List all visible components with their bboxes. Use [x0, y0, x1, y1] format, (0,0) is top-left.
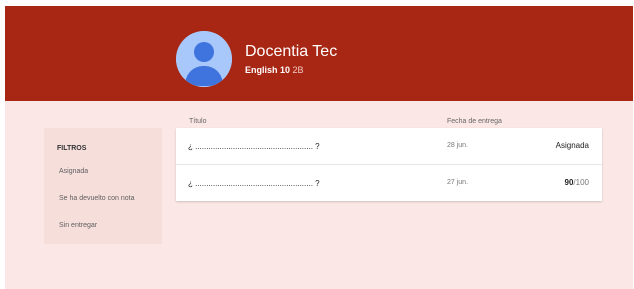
table-row[interactable]: ¿ ......................................… [176, 128, 602, 164]
account-circle-icon [176, 31, 232, 87]
column-header-due: Fecha de entrega [447, 118, 502, 125]
assignment-title: ¿ ......................................… [188, 179, 320, 188]
due-date: 27 jun. [447, 179, 469, 186]
assignments-table: ¿ ......................................… [176, 128, 602, 201]
class-title: Docentia Tec [245, 43, 338, 60]
filters-title: FILTROS [57, 145, 87, 152]
grade-max: /100 [573, 178, 589, 187]
filter-assigned[interactable]: Asignada [59, 168, 88, 175]
column-header-title: Título [189, 118, 207, 125]
filters-panel: FILTROS Asignada Se ha devuelto con nota… [44, 128, 162, 244]
course-section: 2B [292, 65, 304, 75]
course-name: English 10 [245, 65, 291, 75]
filter-missing[interactable]: Sin entregar [59, 222, 97, 229]
table-row[interactable]: ¿ ......................................… [176, 164, 602, 201]
class-subtitle: English 10 2B [245, 65, 304, 75]
status-text: Asignada [555, 141, 589, 150]
page-frame: Docentia Tec English 10 2B FILTROS Asign… [5, 6, 633, 289]
grade-label: 90/100 [565, 178, 589, 187]
assignment-title: ¿ ......................................… [188, 142, 320, 151]
class-header: Docentia Tec English 10 2B [5, 6, 633, 101]
due-date: 28 jun. [447, 142, 469, 149]
status-label: Asignada [556, 141, 589, 150]
filter-returned-graded[interactable]: Se ha devuelto con nota [59, 195, 135, 202]
